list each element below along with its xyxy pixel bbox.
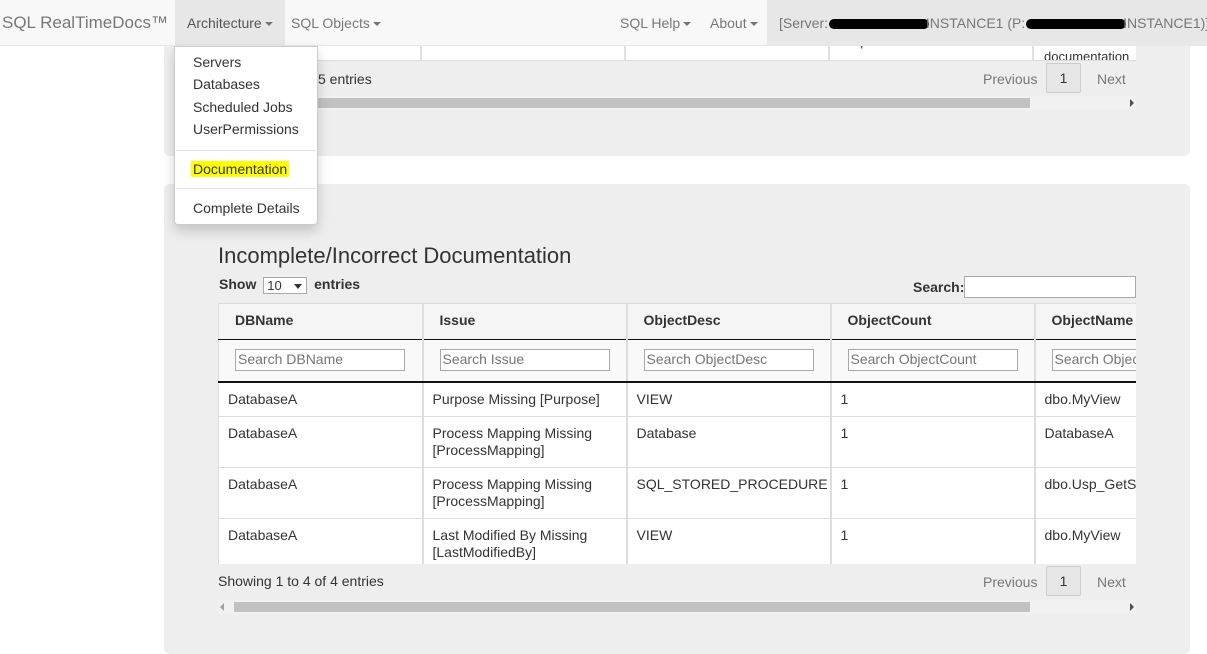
- architecture-dropdown: Servers Databases Scheduled Jobs UserPer…: [174, 46, 318, 225]
- server-suffix: INSTANCE1)]: [1123, 15, 1207, 31]
- filter-cell: Search Issue: [422, 339, 628, 383]
- menu-item-databases[interactable]: Databases: [193, 76, 260, 92]
- menu-divider: [176, 150, 316, 151]
- show-label: Show: [219, 276, 257, 292]
- table-info: Showing 1 to 4 of 4 entries: [218, 573, 384, 589]
- column-header-objectdesc[interactable]: ObjectDesc: [626, 303, 832, 340]
- search-label: Search:: [913, 279, 965, 295]
- header-row: DBName Issue ObjectDesc ObjectCount Obje…: [218, 303, 1136, 340]
- cell-objectcount: 1: [830, 517, 1036, 564]
- horizontal-scrollbar[interactable]: [218, 600, 1136, 614]
- column-header-dbname[interactable]: DBName: [218, 303, 424, 340]
- cell-objectname: DatabaseA: [1034, 415, 1136, 468]
- cell-issue: Process Mapping Missing [ProcessMapping]: [422, 466, 628, 519]
- scroll-left-icon[interactable]: [220, 603, 224, 611]
- nav-sql-help-label: SQL Help: [620, 15, 681, 31]
- redaction-mark: [1026, 19, 1127, 30]
- documentation-table: DBName Issue ObjectDesc ObjectCount Obje…: [218, 303, 1136, 564]
- top-pagination-previous[interactable]: Previous: [983, 71, 1037, 87]
- filter-row: Search DBName Search Issue Search Object…: [218, 339, 1136, 383]
- cell-objectdesc: SQL_STORED_PROCEDURE: [626, 466, 832, 519]
- menu-item-user-permissions[interactable]: UserPermissions: [193, 121, 299, 137]
- cell-dbname: DatabaseA: [218, 517, 424, 564]
- menu-item-servers[interactable]: Servers: [193, 54, 241, 70]
- cell-objectdesc: VIEW: [626, 381, 832, 417]
- nav-architecture[interactable]: Architecture: [175, 0, 285, 46]
- pagination-previous[interactable]: Previous: [983, 574, 1037, 590]
- redaction-mark: [828, 19, 929, 30]
- documentation-table-wrapper: DBName Issue ObjectDesc ObjectCount Obje…: [218, 303, 1136, 564]
- cell-issue: Last Modified By Missing [LastModifiedBy…: [422, 517, 628, 564]
- filter-cell: Search ObjectName: [1034, 339, 1136, 383]
- entries-label: entries: [314, 276, 361, 292]
- cell-objectcount: 1: [830, 466, 1036, 519]
- server-info: [Server: INSTANCE1 (P: INSTANCE1)]: [767, 0, 1207, 46]
- scrollbar-thumb[interactable]: [234, 602, 1030, 612]
- column-header-objectname[interactable]: ObjectName: [1034, 303, 1136, 340]
- menu-item-documentation[interactable]: Documentation: [191, 161, 290, 177]
- caret-down-icon: [683, 22, 692, 27]
- cell-objectcount: 1: [830, 415, 1036, 468]
- caret-down-icon: [749, 22, 758, 27]
- filter-cell: Search DBName: [218, 339, 424, 383]
- cell-dbname: DatabaseA: [218, 381, 424, 417]
- nav-sql-objects-label: SQL Objects: [291, 15, 370, 31]
- top-pagination-page-1[interactable]: 1: [1046, 63, 1081, 93]
- server-prefix: [Server:: [779, 15, 832, 31]
- cell-issue: Purpose Missing [Purpose]: [422, 381, 628, 417]
- panel-title: Incomplete/Incorrect Documentation: [218, 243, 572, 268]
- cell-objectdesc: Database: [626, 415, 832, 468]
- table-row: DatabaseA Last Modified By Missing [Last…: [218, 517, 1136, 564]
- scrollbar-thumb[interactable]: [228, 98, 1030, 108]
- server-instance: INSTANCE1 (P:: [925, 15, 1030, 31]
- divider: [218, 60, 1136, 61]
- cell-dbname: DatabaseA: [218, 415, 424, 468]
- top-table-info: 5 entries: [318, 71, 372, 87]
- nav-sql-objects[interactable]: SQL Objects: [279, 0, 393, 46]
- filter-input-objectname[interactable]: Search ObjectName: [1051, 349, 1136, 371]
- filter-input-dbname[interactable]: Search DBName: [235, 349, 405, 371]
- brand-link[interactable]: SQL RealTimeDocs™: [2, 13, 168, 33]
- top-pagination-next[interactable]: Next: [1097, 71, 1126, 87]
- cell-objectdesc: VIEW: [626, 517, 832, 564]
- filter-cell: Search ObjectCount: [830, 339, 1036, 383]
- column-header-issue[interactable]: Issue: [422, 303, 628, 340]
- menu-divider: [176, 188, 316, 189]
- table-row: DatabaseA Purpose Missing [Purpose] VIEW…: [218, 381, 1136, 417]
- nav-about-label: About: [710, 15, 747, 31]
- cell-dbname: DatabaseA: [218, 466, 424, 519]
- search-input[interactable]: [964, 276, 1136, 298]
- nav-about[interactable]: About: [698, 0, 770, 46]
- cell-issue: Process Mapping Missing [ProcessMapping]: [422, 415, 628, 468]
- menu-item-complete-details[interactable]: Complete Details: [193, 200, 300, 216]
- table-row: DatabaseA Process Mapping Missing [Proce…: [218, 466, 1136, 519]
- cell-objectcount: 1: [830, 381, 1036, 417]
- nav-sql-help[interactable]: SQL Help: [608, 0, 703, 46]
- page-length-control: Show 10 entries: [219, 276, 360, 294]
- cell-objectname: dbo.Usp_GetSQL: [1034, 466, 1136, 519]
- page-length-value: 10: [267, 277, 282, 293]
- cell-objectname: dbo.MyView: [1034, 517, 1136, 564]
- table-row: DatabaseA Process Mapping Missing [Proce…: [218, 415, 1136, 468]
- dropdown-arrow-icon: [294, 283, 303, 289]
- scroll-right-icon[interactable]: [1130, 603, 1134, 611]
- nav-architecture-label: Architecture: [187, 15, 262, 31]
- pagination-next[interactable]: Next: [1097, 574, 1126, 590]
- filter-input-issue[interactable]: Search Issue: [439, 349, 610, 371]
- filter-cell: Search ObjectDesc: [626, 339, 832, 383]
- column-header-objectcount[interactable]: ObjectCount: [830, 303, 1036, 340]
- caret-down-icon: [264, 22, 273, 27]
- page-length-select[interactable]: 10: [263, 276, 308, 294]
- top-horizontal-scrollbar[interactable]: [218, 96, 1136, 110]
- caret-down-icon: [372, 22, 381, 27]
- filter-input-objectdesc[interactable]: Search ObjectDesc: [643, 349, 814, 371]
- scroll-right-icon[interactable]: [1130, 99, 1134, 107]
- menu-item-scheduled-jobs[interactable]: Scheduled Jobs: [193, 99, 293, 115]
- navbar: SQL RealTimeDocs™ Architecture SQL Objec…: [0, 0, 1207, 46]
- filter-input-objectcount[interactable]: Search ObjectCount: [847, 349, 1018, 371]
- cell-objectname: dbo.MyView: [1034, 381, 1136, 417]
- pagination-page-1[interactable]: 1: [1046, 566, 1081, 596]
